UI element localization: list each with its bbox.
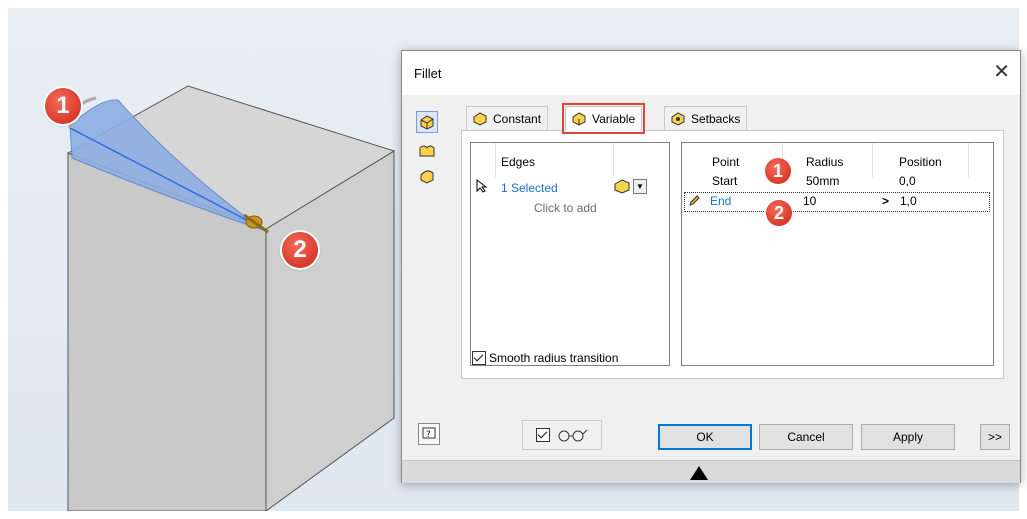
constant-fillet-icon xyxy=(473,112,487,126)
fillet-dialog: Fillet ✕ Constant Variable Setbacks Edge… xyxy=(401,50,1021,483)
end-radius-input[interactable] xyxy=(803,194,877,208)
radius-expand-icon[interactable]: > xyxy=(882,194,889,208)
edge-fillet-mode-button[interactable] xyxy=(416,111,438,133)
edges-list[interactable]: Edges 1 Selected ▼ Click to add xyxy=(470,142,670,366)
variable-fillet-icon xyxy=(572,112,586,126)
ok-button[interactable]: OK xyxy=(658,424,752,450)
preview-toggle[interactable] xyxy=(522,420,602,450)
svg-text:?: ? xyxy=(426,430,431,440)
edges-selected-item[interactable]: 1 Selected xyxy=(501,181,558,195)
smooth-transition-check[interactable] xyxy=(472,351,486,365)
more-options-button[interactable]: >> xyxy=(980,424,1010,450)
full-round-fillet-icon xyxy=(420,170,434,184)
help-button[interactable]: ? xyxy=(418,423,440,445)
edges-add-hint[interactable]: Click to add xyxy=(534,201,597,215)
column-point-header: Point xyxy=(712,155,740,169)
close-icon[interactable]: ✕ xyxy=(993,59,1010,84)
dialog-title: Fillet xyxy=(414,66,442,81)
smooth-transition-checkbox[interactable]: Smooth radius transition xyxy=(472,351,618,365)
tab-constant[interactable]: Constant xyxy=(466,106,549,131)
preview-check[interactable] xyxy=(536,428,550,442)
edge-start-marker: 1 xyxy=(45,88,81,124)
chevron-down-icon[interactable]: ▼ xyxy=(633,179,647,194)
dialog-titlebar: Fillet ✕ xyxy=(402,51,1020,95)
cancel-button[interactable]: Cancel xyxy=(759,424,853,450)
table-row[interactable]: End > 1,0 2 xyxy=(684,192,990,226)
help-icon: ? xyxy=(422,427,436,440)
cursor-arrow-icon xyxy=(476,179,488,193)
row-start-radius[interactable]: 50mm xyxy=(806,174,839,188)
smooth-transition-label: Smooth radius transition xyxy=(489,351,619,365)
collapse-arrow-icon[interactable] xyxy=(690,466,708,480)
tab-variable[interactable]: Variable xyxy=(561,103,646,134)
apply-button[interactable]: Apply xyxy=(861,424,955,450)
row-end-position[interactable]: 1,0 xyxy=(900,194,917,208)
variable-points-table[interactable]: Point Radius Position Start 50mm 0,0 1 E… xyxy=(681,142,994,366)
glasses-icon xyxy=(558,429,588,442)
tab-setbacks[interactable]: Setbacks xyxy=(664,106,748,131)
full-round-fillet-mode-button[interactable] xyxy=(416,165,438,187)
face-fillet-mode-button[interactable] xyxy=(416,139,438,161)
column-radius-header: Radius xyxy=(806,155,844,169)
setback-fillet-icon xyxy=(671,112,685,126)
tab-constant-label: Constant xyxy=(493,112,542,126)
column-position-header: Position xyxy=(899,155,942,169)
row-start-point: Start xyxy=(712,174,738,188)
edge-select-icon[interactable] xyxy=(613,178,631,194)
edge-fillet-icon xyxy=(420,115,434,130)
start-point-marker: 1 xyxy=(765,158,791,184)
row-end-point: End xyxy=(710,194,732,208)
tab-setbacks-label: Setbacks xyxy=(691,112,741,126)
end-point-marker: 2 xyxy=(766,200,792,226)
face-fillet-icon xyxy=(419,145,435,157)
tab-variable-label: Variable xyxy=(592,112,636,126)
dialog-footer-bar xyxy=(402,460,1020,483)
edge-end-marker: 2 xyxy=(282,232,318,268)
row-start-position[interactable]: 0,0 xyxy=(899,174,916,188)
variable-tab-panel: Edges 1 Selected ▼ Click to add Point Ra… xyxy=(461,130,1004,379)
edges-header: Edges xyxy=(501,155,536,169)
pencil-icon xyxy=(689,195,700,206)
